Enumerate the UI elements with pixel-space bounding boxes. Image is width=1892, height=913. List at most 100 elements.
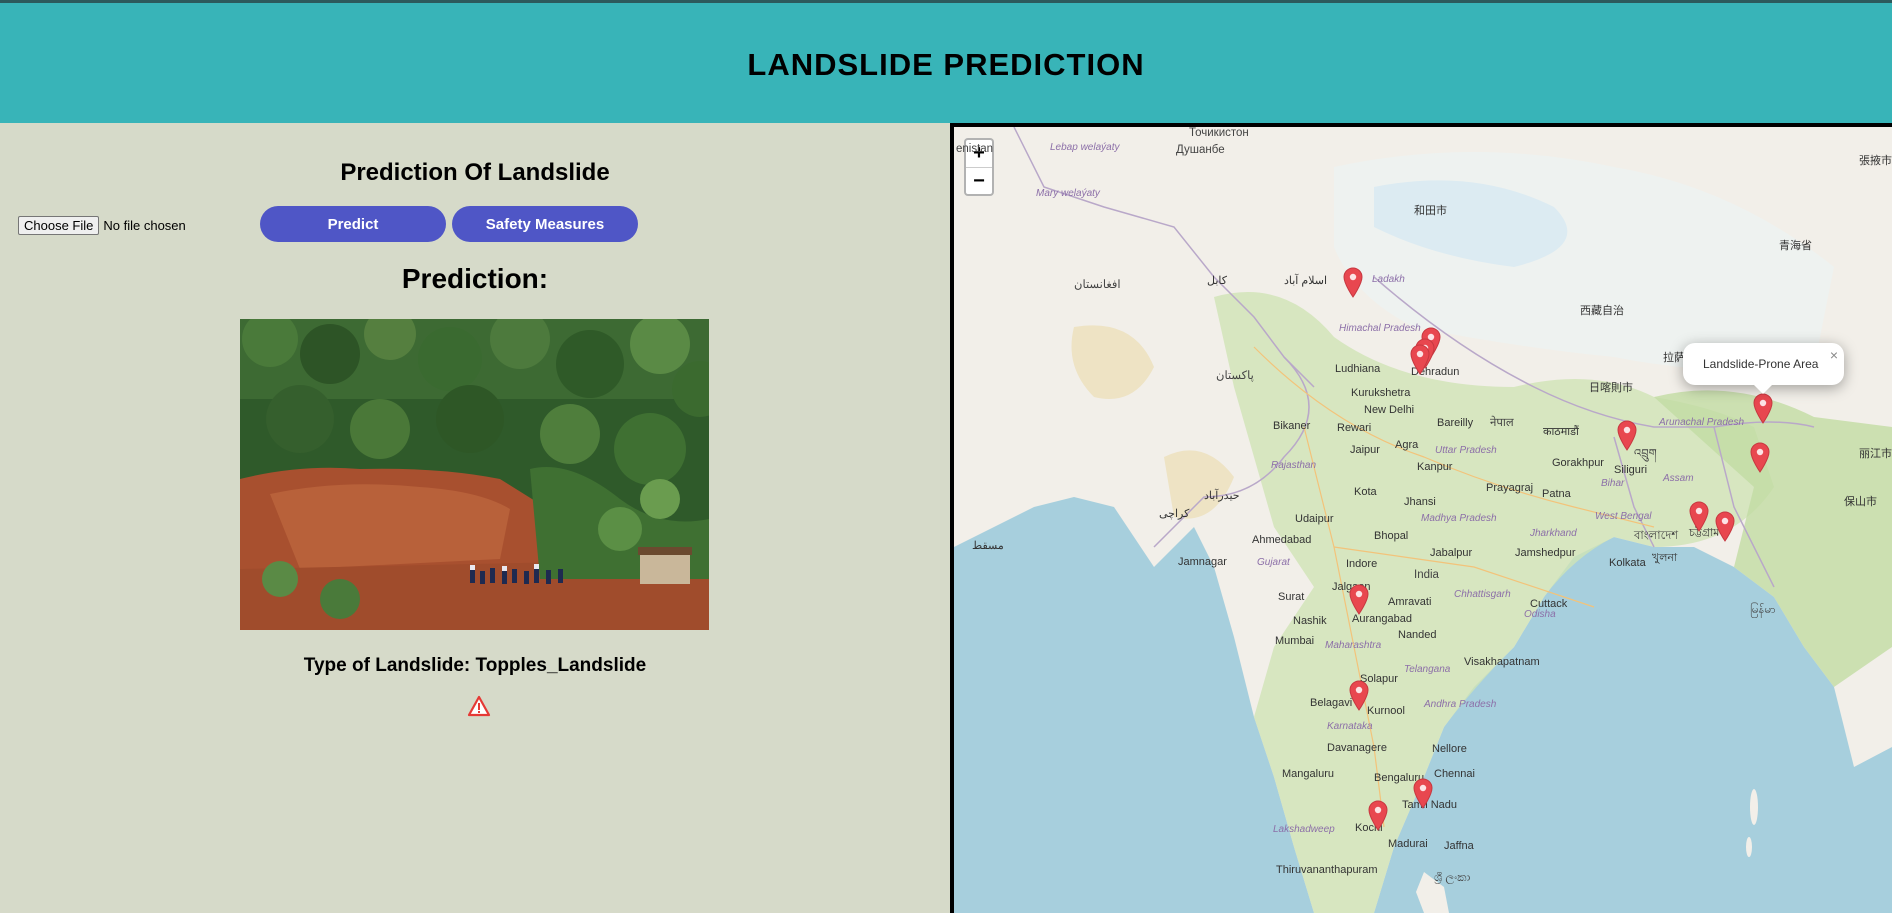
warning-icon — [467, 695, 491, 717]
map-label: 張掖市 — [1859, 155, 1892, 167]
map-label: Belagavi — [1310, 697, 1353, 709]
safety-measures-button[interactable]: Safety Measures — [452, 206, 638, 242]
landslide-marker[interactable] — [1409, 343, 1431, 375]
page-title: LANDSLIDE PREDICTION — [747, 47, 1145, 82]
map-label: Bhopal — [1374, 530, 1409, 542]
landslide-marker[interactable] — [1714, 510, 1736, 542]
map-label: 西藏自治 — [1580, 305, 1624, 317]
map-label: Jamshedpur — [1515, 547, 1576, 559]
map-label: Rajasthan — [1271, 460, 1317, 471]
map-label: Gujarat — [1257, 557, 1290, 568]
landslide-marker[interactable] — [1749, 441, 1771, 473]
map-label: Bareilly — [1437, 417, 1474, 429]
map-label: Arunachal Pradesh — [1659, 417, 1745, 428]
map-label: မြန်မာ — [1750, 604, 1776, 616]
map-label: کابل — [1207, 275, 1227, 287]
map-label: Jhansi — [1404, 496, 1436, 508]
map-popup: Landslide-Prone Area × — [1683, 343, 1844, 394]
map-label: काठमाडौं — [1543, 426, 1579, 438]
map-label: Nellore — [1432, 743, 1467, 755]
map-label: Gorakhpur — [1552, 457, 1604, 469]
map-label: کراچی — [1159, 508, 1190, 520]
map-label: ශ්‍රී ලංකා — [1434, 872, 1471, 884]
landslide-photo — [240, 319, 709, 630]
map-label: Amravati — [1388, 596, 1432, 608]
map-label: Nashik — [1293, 615, 1327, 627]
map-label: Rewari — [1337, 422, 1372, 434]
map-label: Душанбе — [1176, 144, 1225, 156]
map-label: বাংলাদেশ — [1634, 530, 1679, 542]
map-label: Mumbai — [1275, 635, 1315, 647]
landslide-map[interactable]: + − Душанбе Точикистон enistan Lebap wel… — [950, 123, 1892, 913]
map-label: حیدرآباد — [1204, 490, 1240, 502]
map-label: Kota — [1354, 486, 1377, 498]
prediction-label: Prediction: — [401, 263, 549, 294]
landslide-marker[interactable] — [1342, 266, 1364, 298]
map-label: India — [1414, 569, 1439, 581]
map-label: Surat — [1278, 591, 1305, 603]
map-label: Madhya Pradesh — [1421, 513, 1497, 524]
map-label: اسلام آباد — [1284, 275, 1328, 287]
map-label: Bikaner — [1273, 420, 1311, 432]
map-label: Patna — [1542, 488, 1571, 500]
landslide-marker[interactable] — [1348, 583, 1370, 615]
map-label: Andhra Pradesh — [1424, 699, 1497, 710]
map-label: Thiruvananthapuram — [1276, 864, 1378, 876]
map-label: Maharashtra — [1325, 640, 1382, 651]
zoom-out-button[interactable]: − — [966, 168, 992, 195]
map-label: খুলনা — [1652, 552, 1678, 564]
landslide-marker[interactable] — [1412, 777, 1434, 809]
map-label: Jaffna — [1444, 840, 1474, 852]
map-label: Kanpur — [1417, 461, 1453, 473]
popup-text: Landslide-Prone Area — [1703, 357, 1819, 371]
map-label: Davanagere — [1327, 742, 1387, 754]
file-status: No file chosen — [103, 218, 186, 233]
map-label: مسقط — [972, 540, 1004, 552]
map-label: Ahmedabad — [1252, 534, 1312, 546]
map-label: 保山市 — [1844, 496, 1877, 508]
landslide-marker[interactable] — [1616, 419, 1638, 451]
map-label: Kurnool — [1367, 705, 1405, 717]
map-label: Chennai — [1434, 768, 1475, 780]
map-label: Karnataka — [1327, 721, 1373, 732]
landslide-marker[interactable] — [1688, 500, 1710, 532]
map-label: New Delhi — [1364, 404, 1415, 416]
map-label: Mangaluru — [1282, 768, 1334, 780]
map-label: Kolkata — [1609, 557, 1646, 569]
map-label: Ladakh — [1372, 274, 1405, 285]
map-label: 丽江市 — [1859, 448, 1892, 460]
file-input[interactable]: Choose File No file chosen — [18, 216, 186, 235]
landslide-marker[interactable] — [1752, 392, 1774, 424]
map-label: 拉萨 — [1663, 352, 1685, 364]
map-label: 和田市 — [1414, 205, 1447, 217]
map-label: Himachal Pradesh — [1339, 323, 1421, 334]
map-label: Chhattisgarh — [1454, 589, 1511, 600]
map-label: 青海省 — [1779, 240, 1812, 252]
landslide-marker[interactable] — [1348, 679, 1370, 711]
map-label: Bihar — [1601, 478, 1625, 489]
map-label: Telangana — [1404, 664, 1451, 675]
map-label: Indore — [1346, 558, 1378, 570]
map-label: Jabalpur — [1430, 547, 1473, 559]
predict-button[interactable]: Predict — [260, 206, 446, 242]
map-label: Udaipur — [1295, 513, 1334, 525]
map-label: Odisha — [1524, 609, 1556, 620]
map-label: افغانستان — [1074, 279, 1121, 291]
map-label: Jamnagar — [1178, 556, 1227, 568]
map-label: Jharkhand — [1530, 528, 1577, 539]
map-label: Точикистон — [1189, 127, 1249, 139]
map-label: Lakshadweep — [1273, 824, 1335, 835]
map-label: Kurukshetra — [1351, 387, 1411, 399]
map-label: Prayagraj — [1486, 482, 1534, 494]
choose-file-button[interactable]: Choose File — [18, 216, 100, 235]
map-label: پاکستان — [1216, 370, 1254, 382]
landslide-marker[interactable] — [1367, 799, 1389, 831]
landslide-type-text: Type of Landslide: Topples_Landslide — [303, 655, 647, 676]
map-label: Nanded — [1398, 629, 1437, 641]
map-label: Uttar Pradesh — [1435, 445, 1497, 456]
map-label: Assam — [1663, 473, 1694, 484]
map-label: Agra — [1395, 439, 1419, 451]
map-label: West Bengal — [1595, 511, 1652, 522]
popup-close-icon[interactable]: × — [1830, 347, 1838, 363]
page-header: LANDSLIDE PREDICTION — [0, 0, 1892, 123]
